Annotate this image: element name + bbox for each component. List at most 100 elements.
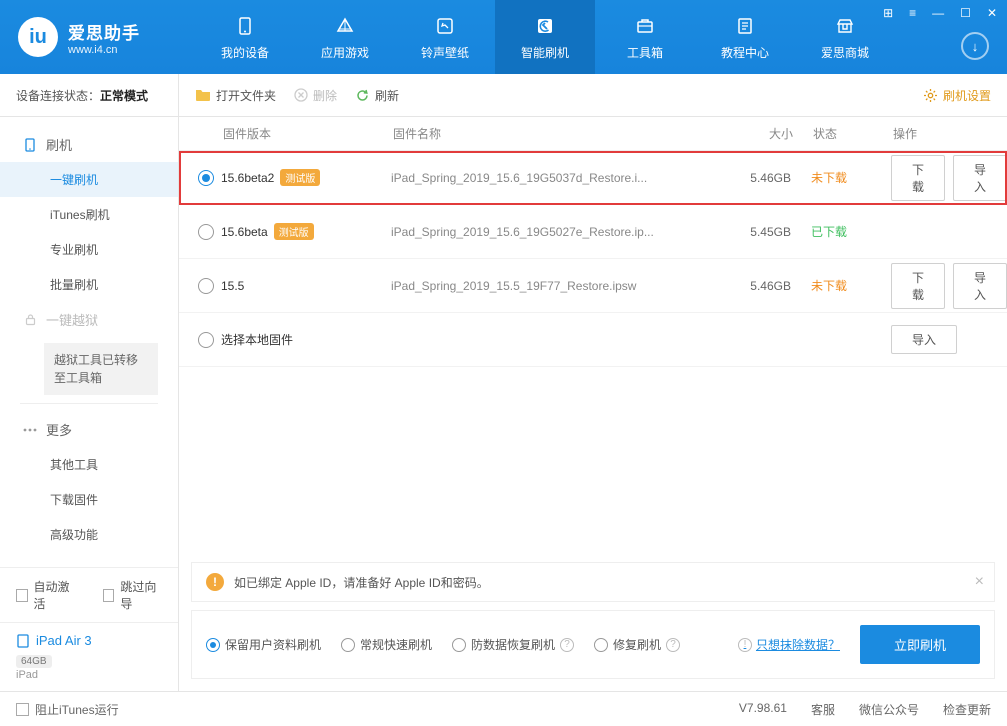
block-itunes-label: 阻止iTunes运行: [35, 701, 119, 718]
nav-icon: [833, 14, 857, 38]
nav-icon: [333, 14, 357, 38]
name-cell: iPad_Spring_2019_15.6_19G5037d_Restore.i…: [391, 171, 711, 185]
version-cell: 15.5: [221, 279, 391, 293]
nav-tab-0[interactable]: 我的设备: [195, 0, 295, 74]
status-cell: 未下载: [791, 169, 871, 186]
radio-button[interactable]: [198, 224, 214, 240]
connection-status: 设备连接状态：正常模式: [0, 74, 178, 117]
sidebar-item[interactable]: 批量刷机: [0, 267, 178, 302]
footer-link[interactable]: 检查更新: [943, 701, 991, 718]
flash-option[interactable]: 保留用户资料刷机: [206, 636, 321, 653]
apple-id-alert: ! 如已绑定 Apple ID，请准备好 Apple ID和密码。 ×: [191, 562, 995, 602]
beta-badge: 测试版: [274, 223, 314, 240]
open-folder-button[interactable]: 打开文件夹: [195, 87, 276, 104]
jailbreak-notice: 越狱工具已转移至工具箱: [44, 343, 158, 395]
beta-badge: 测试版: [280, 169, 320, 186]
download-button[interactable]: 下载: [891, 263, 945, 309]
footer-link[interactable]: 微信公众号: [859, 701, 919, 718]
window-close-icon[interactable]: ✕: [983, 4, 1001, 22]
app-title: 爱思助手: [68, 19, 140, 44]
erase-data-link[interactable]: ! 只想抹除数据？: [738, 636, 840, 653]
device-name[interactable]: iPad Air 3: [16, 633, 162, 648]
warning-icon: !: [206, 573, 224, 591]
name-cell: iPad_Spring_2019_15.6_19G5027e_Restore.i…: [391, 225, 711, 239]
nav-icon: [533, 14, 557, 38]
help-icon[interactable]: ?: [666, 638, 680, 652]
gear-icon: [923, 88, 938, 103]
info-icon: !: [738, 638, 752, 652]
flash-settings-button[interactable]: 刷机设置: [923, 87, 991, 104]
auto-activate-label: 自动激活: [34, 578, 76, 612]
skip-guide-label: 跳过向导: [120, 578, 162, 612]
flash-option[interactable]: 防数据恢复刷机?: [452, 636, 574, 653]
lock-icon: [22, 312, 38, 328]
sidebar-item[interactable]: 专业刷机: [0, 232, 178, 267]
flash-now-button[interactable]: 立即刷机: [860, 625, 980, 664]
sidebar-cat-more: 更多: [0, 412, 178, 447]
app-subtitle: www.i4.cn: [68, 44, 140, 56]
sidebar-item[interactable]: 下载固件: [0, 482, 178, 517]
sidebar-cat-jailbreak: 一键越狱: [0, 302, 178, 337]
version-cell: 选择本地固件: [221, 331, 391, 348]
device-type: iPad: [16, 669, 162, 681]
import-button[interactable]: 导入: [891, 325, 957, 354]
sidebar-item[interactable]: 高级功能: [0, 517, 178, 552]
nav-tab-5[interactable]: 教程中心: [695, 0, 795, 74]
footer-link[interactable]: 客服: [811, 701, 835, 718]
folder-icon: [195, 88, 211, 102]
tablet-icon: [16, 634, 30, 648]
nav-tab-3[interactable]: 智能刷机: [495, 0, 595, 74]
nav-icon: [433, 14, 457, 38]
logo-icon: iu: [18, 17, 58, 57]
help-icon[interactable]: ?: [560, 638, 574, 652]
version-label: V7.98.61: [739, 701, 787, 718]
download-indicator-icon[interactable]: ↓: [961, 32, 989, 60]
name-cell: iPad_Spring_2019_15.5_19F77_Restore.ipsw: [391, 279, 711, 293]
refresh-icon: [355, 88, 370, 103]
window-menu-icon[interactable]: ≡: [905, 4, 920, 22]
nav-tab-2[interactable]: 铃声壁纸: [395, 0, 495, 74]
size-cell: 5.46GB: [711, 279, 791, 293]
radio-button[interactable]: [198, 170, 214, 186]
import-button[interactable]: 导入: [953, 155, 1007, 201]
download-button[interactable]: 下载: [891, 155, 945, 201]
firmware-row[interactable]: 选择本地固件 导入: [179, 313, 1007, 367]
nav-icon: [633, 14, 657, 38]
delete-icon: [294, 88, 308, 102]
radio-button[interactable]: [198, 332, 214, 348]
sidebar-cat-flash: 刷机: [0, 127, 178, 162]
nav-tab-4[interactable]: 工具箱: [595, 0, 695, 74]
more-icon: [22, 422, 38, 438]
flash-option[interactable]: 常规快速刷机: [341, 636, 432, 653]
nav-icon: [233, 14, 257, 38]
alert-close-button[interactable]: ×: [975, 573, 984, 591]
firmware-row[interactable]: 15.6beta2测试版iPad_Spring_2019_15.6_19G503…: [179, 151, 1007, 205]
refresh-button[interactable]: 刷新: [355, 87, 399, 104]
window-grid-icon[interactable]: ⊞: [879, 4, 897, 22]
window-maximize-icon[interactable]: ☐: [956, 4, 975, 22]
nav-icon: [733, 14, 757, 38]
window-minimize-icon[interactable]: —: [928, 4, 948, 22]
status-cell: 已下载: [791, 223, 871, 240]
size-cell: 5.45GB: [711, 225, 791, 239]
nav-tab-1[interactable]: 应用游戏: [295, 0, 395, 74]
logo: iu 爱思助手 www.i4.cn: [0, 17, 195, 57]
block-itunes-checkbox[interactable]: [16, 703, 29, 716]
status-cell: 未下载: [791, 277, 871, 294]
skip-guide-checkbox[interactable]: [103, 589, 115, 602]
sidebar-item[interactable]: 一键刷机: [0, 162, 178, 197]
import-button[interactable]: 导入: [953, 263, 1007, 309]
firmware-row[interactable]: 15.5iPad_Spring_2019_15.5_19F77_Restore.…: [179, 259, 1007, 313]
flash-option[interactable]: 修复刷机?: [594, 636, 680, 653]
radio-button[interactable]: [198, 278, 214, 294]
phone-icon: [22, 137, 38, 153]
sidebar-item[interactable]: iTunes刷机: [0, 197, 178, 232]
size-cell: 5.46GB: [711, 171, 791, 185]
firmware-row[interactable]: 15.6beta测试版iPad_Spring_2019_15.6_19G5027…: [179, 205, 1007, 259]
firmware-table-header: 固件版本 固件名称 大小 状态 操作: [179, 117, 1007, 151]
sidebar-item[interactable]: 其他工具: [0, 447, 178, 482]
auto-activate-checkbox[interactable]: [16, 589, 28, 602]
device-storage-badge: 64GB: [16, 655, 52, 668]
version-cell: 15.6beta2测试版: [221, 169, 391, 186]
delete-button[interactable]: 删除: [294, 87, 337, 104]
